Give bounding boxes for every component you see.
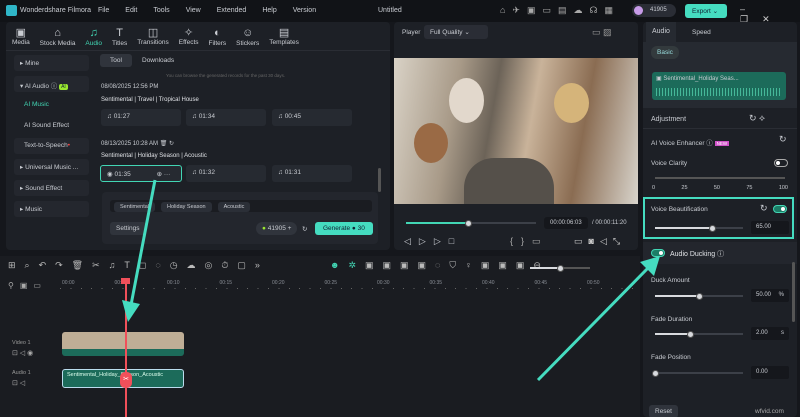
- arrow-line: [129, 179, 157, 306]
- arrow-head: [122, 300, 140, 322]
- annotation-arrows: [122, 179, 660, 382]
- arrow-line: [536, 266, 650, 382]
